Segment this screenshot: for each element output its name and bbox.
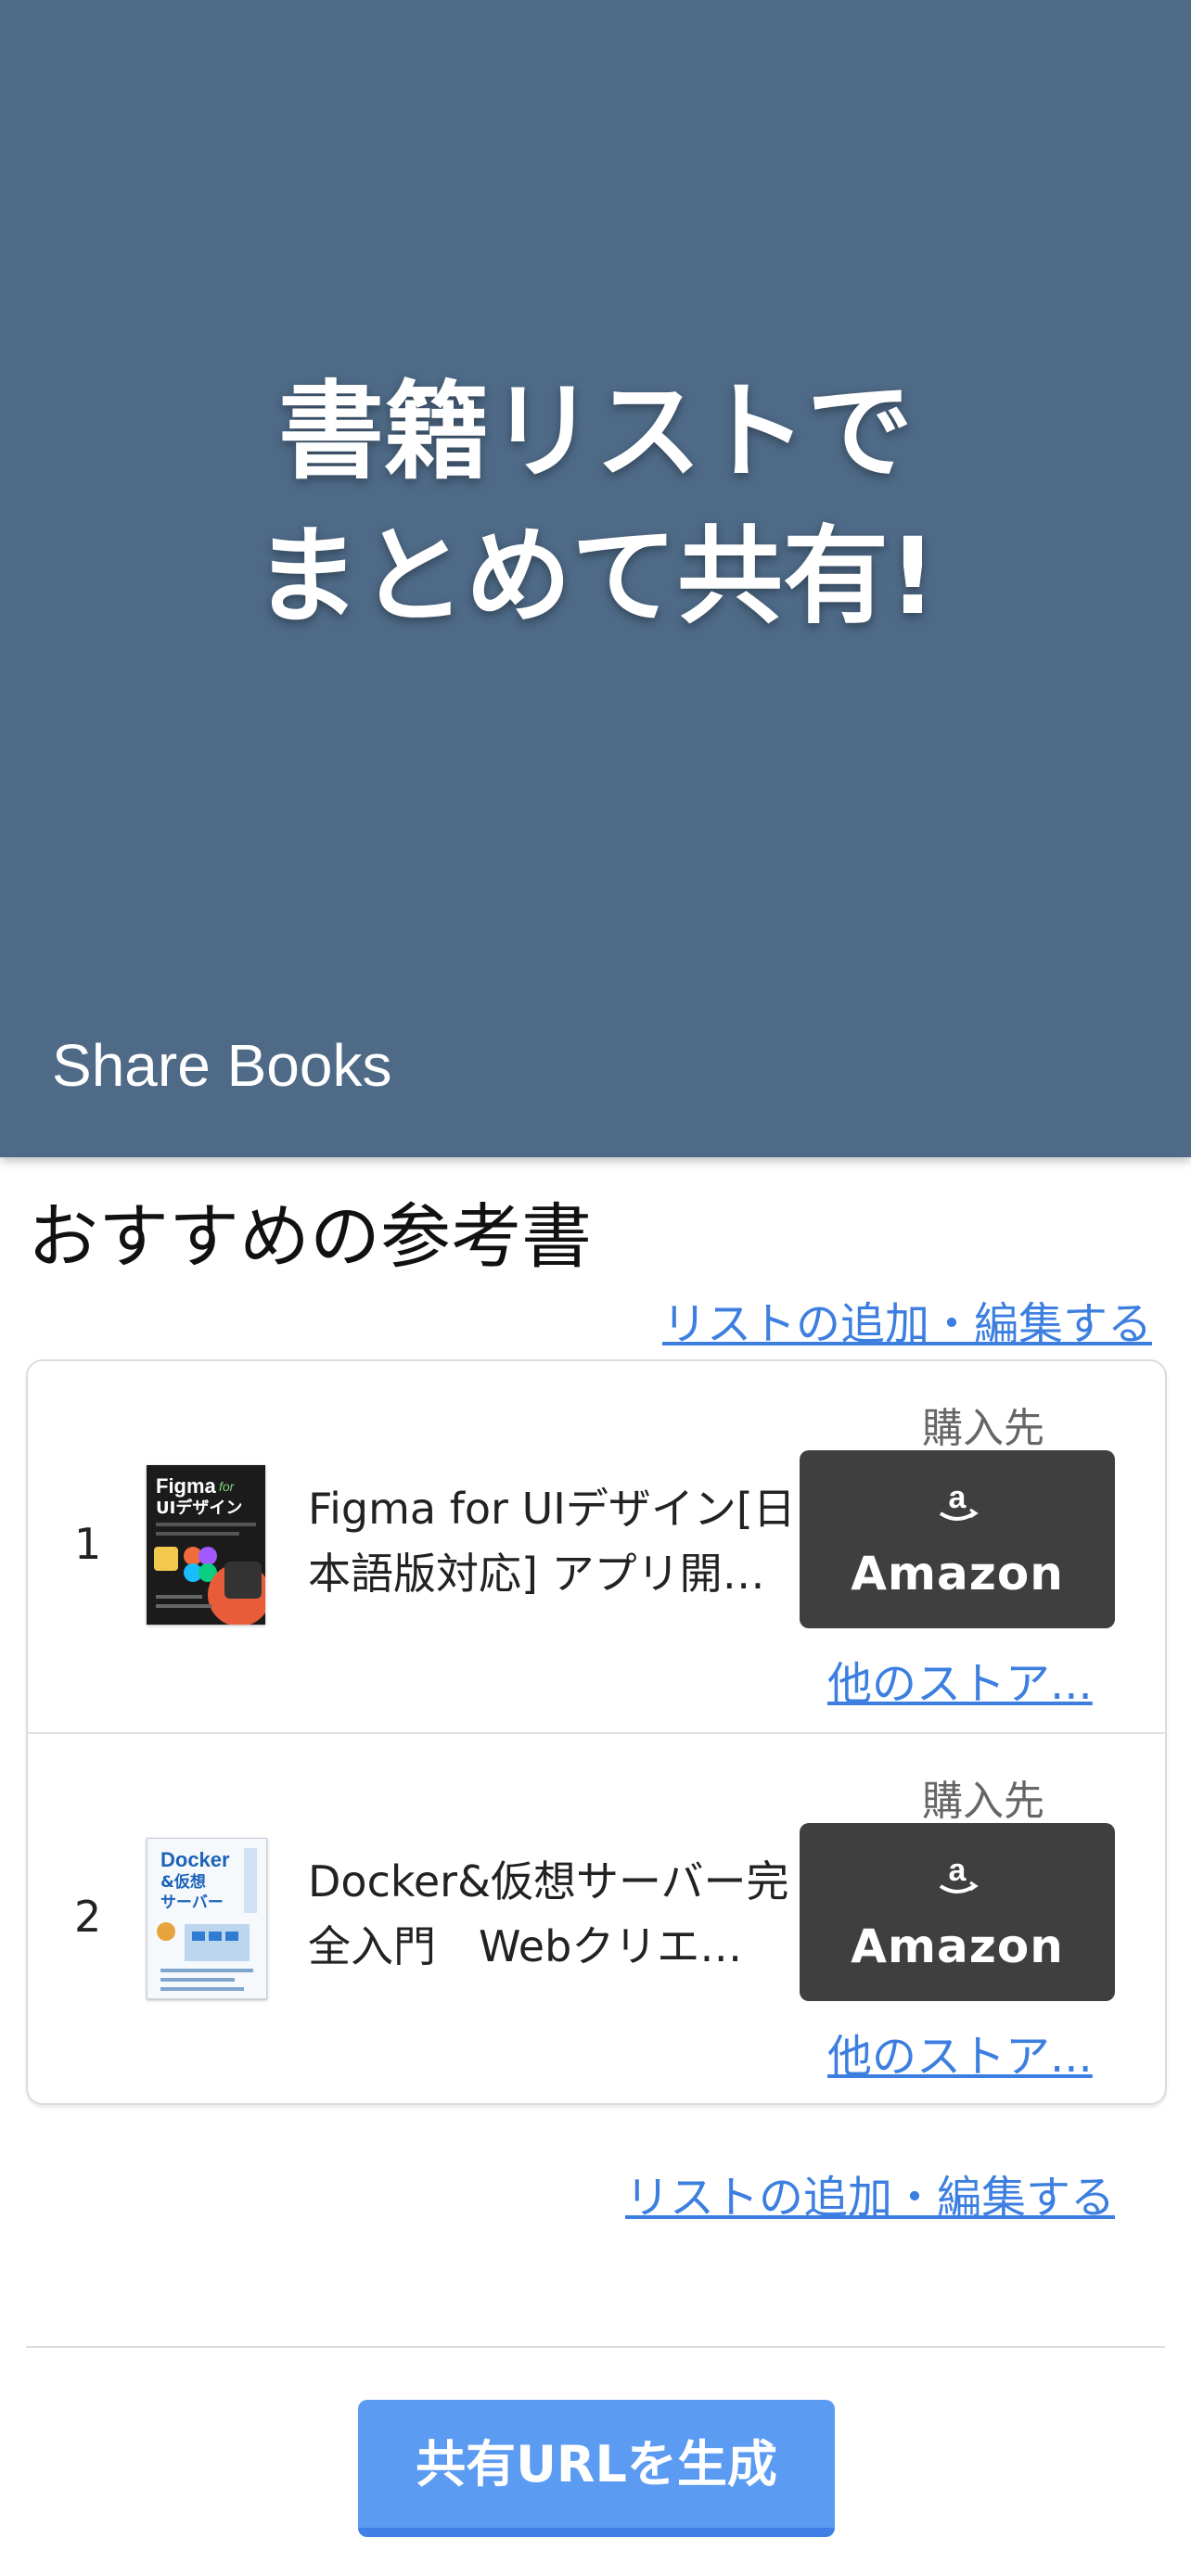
svg-text:サーバー: サーバー xyxy=(160,1894,224,1912)
hero-title: 書籍リストで まとめて共有! xyxy=(0,360,1191,649)
book-cover-figma: Figma for UIデザイン xyxy=(147,1465,271,1626)
svg-text:for: for xyxy=(219,1479,236,1494)
buy-label: 購入先 xyxy=(922,1778,1044,1825)
section-title: おすすめの参考書 xyxy=(28,1195,592,1278)
edit-list-link-bottom[interactable]: リストの追加・編集する xyxy=(625,2161,1115,2225)
other-store-link[interactable]: 他のストア... xyxy=(827,2020,1106,2085)
hero-title-line2: まとめて共有! xyxy=(254,515,937,638)
amazon-button[interactable]: a Amazon xyxy=(800,1450,1115,1628)
svg-text:Docker: Docker xyxy=(160,1848,230,1871)
svg-text:Figma: Figma xyxy=(156,1474,217,1498)
book-title[interactable]: Docker&仮想サーバー完全入門 Webクリエ… xyxy=(308,1849,822,1979)
amazon-button[interactable]: a Amazon xyxy=(800,1823,1115,2001)
book-cover-docker: Docker &仮想 サーバー xyxy=(147,1838,267,1999)
amazon-logo-icon: a xyxy=(800,1853,1115,1911)
other-store-link[interactable]: 他のストア... xyxy=(827,1647,1106,1712)
book-row-1[interactable]: 1 Figma for UIデザイン Figma for UIデザイン[日本語版 xyxy=(28,1361,1165,1734)
book-list: 1 Figma for UIデザイン Figma for UIデザイン[日本語版 xyxy=(26,1359,1167,2105)
amazon-label: Amazon xyxy=(851,1547,1064,1600)
svg-text:a: a xyxy=(949,1482,967,1515)
app-name: Share Books xyxy=(52,1032,392,1099)
generate-share-url-button[interactable]: 共有URLを生成 xyxy=(358,2400,835,2537)
svg-text:UIデザイン: UIデザイン xyxy=(156,1498,242,1518)
divider xyxy=(26,2346,1165,2348)
hero-banner: 書籍リストで まとめて共有! Share Books xyxy=(0,0,1191,1157)
book-rank: 2 xyxy=(74,1892,102,1942)
book-row-2[interactable]: 2 Docker &仮想 サーバー Docker&仮想サーバー完全入門 Webク… xyxy=(28,1734,1165,2105)
hero-title-line1: 書籍リストで xyxy=(277,370,913,493)
svg-text:&仮想: &仮想 xyxy=(160,1872,206,1892)
amazon-label: Amazon xyxy=(851,1919,1064,1973)
buy-label: 購入先 xyxy=(922,1405,1044,1452)
book-title[interactable]: Figma for UIデザイン[日本語版対応] アプリ開… xyxy=(308,1476,822,1606)
amazon-logo-icon: a xyxy=(800,1480,1115,1538)
book-rank: 1 xyxy=(74,1519,102,1569)
edit-list-link-top[interactable]: リストの追加・編集する xyxy=(662,1287,1152,1352)
svg-text:a: a xyxy=(949,1855,967,1888)
